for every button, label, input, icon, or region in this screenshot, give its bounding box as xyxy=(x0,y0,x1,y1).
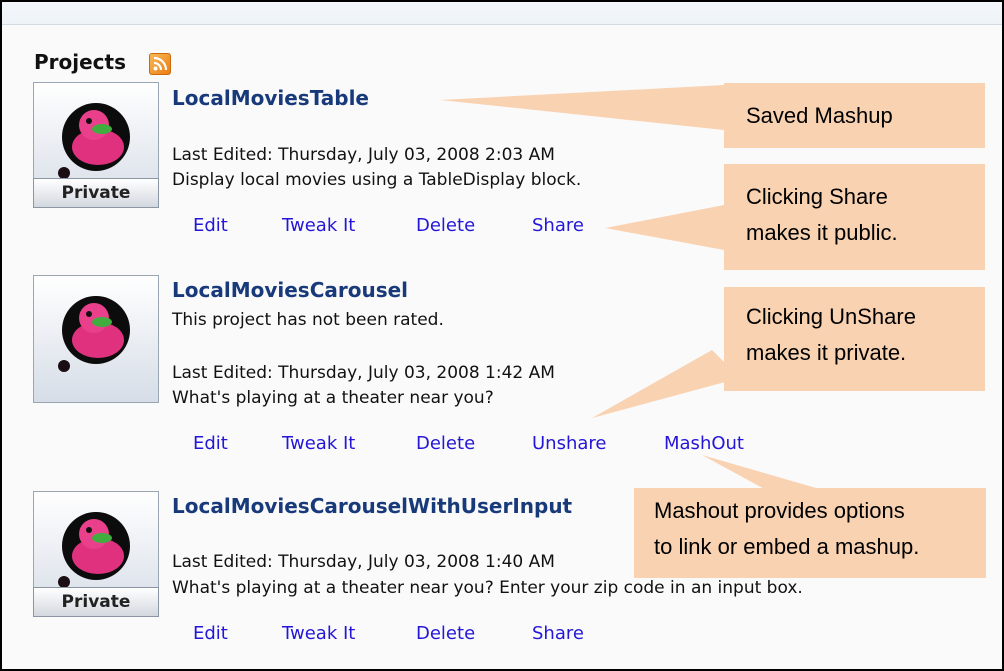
callout-pointer xyxy=(440,85,724,130)
callout-pointer xyxy=(702,455,830,492)
callout-share: Clicking Share makes it public. xyxy=(724,164,985,270)
callout-pointer xyxy=(592,350,740,418)
callout-mashout: Mashout provides options to link or embe… xyxy=(634,488,986,578)
callout-unshare: Clicking UnShare makes it private. xyxy=(724,287,985,391)
callout-line: to link or embed a mashup. xyxy=(654,534,920,559)
callout-line: Clicking Share xyxy=(746,184,888,209)
callout-line: Clicking UnShare xyxy=(746,304,916,329)
callout-line: Saved Mashup xyxy=(746,103,893,128)
callout-saved-mashup: Saved Mashup xyxy=(724,83,985,148)
callout-pointer xyxy=(605,205,724,250)
callout-line: makes it public. xyxy=(746,220,898,245)
callout-line: makes it private. xyxy=(746,340,907,365)
callout-line: Mashout provides options xyxy=(654,498,905,523)
